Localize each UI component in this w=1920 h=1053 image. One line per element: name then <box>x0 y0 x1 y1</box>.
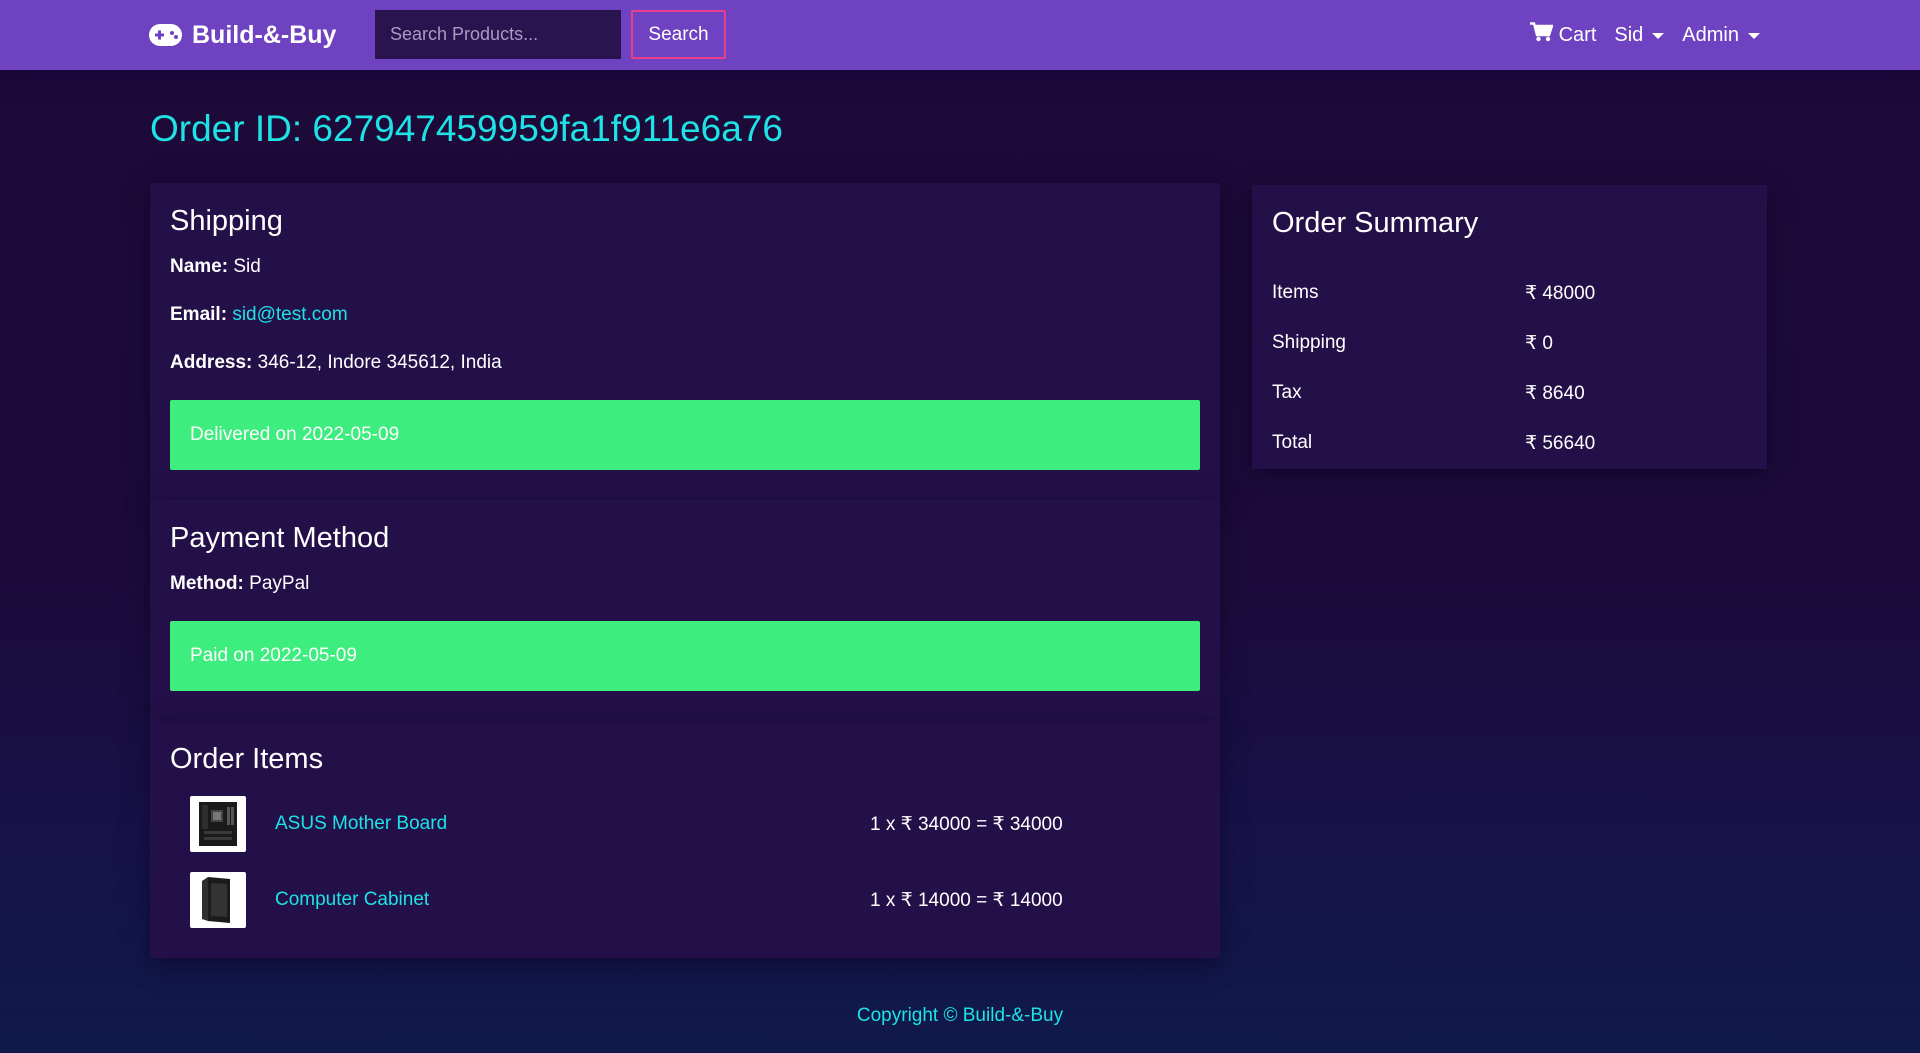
name-label: Name: <box>170 256 229 277</box>
summary-row-items: Items ₹ 48000 <box>1272 268 1747 318</box>
payment-heading: Payment Method <box>170 522 390 554</box>
order-item-calc: 1 x ₹ 34000 = ₹ 34000 <box>870 813 1063 835</box>
order-item-link[interactable]: Computer Cabinet <box>275 889 429 911</box>
computer-cabinet-image <box>190 872 246 928</box>
search-button[interactable]: Search <box>631 10 726 59</box>
delivery-status-alert: Delivered on 2022-05-09 <box>170 400 1200 470</box>
motherboard-image <box>190 796 246 852</box>
summary-label: Total <box>1272 432 1313 453</box>
summary-value: ₹ 48000 <box>1525 282 1596 304</box>
user-menu-dropdown[interactable]: Sid <box>1614 23 1665 47</box>
footer-copyright: Copyright © Build-&-Buy <box>856 1005 1064 1026</box>
brand-logo-link[interactable]: Build-&-Buy <box>149 16 336 54</box>
admin-menu-dropdown[interactable]: Admin <box>1682 24 1760 47</box>
summary-value: ₹ 8640 <box>1525 382 1585 404</box>
summary-label: Items <box>1272 282 1319 303</box>
cart-label: Cart <box>1558 23 1597 46</box>
order-item-calc: 1 x ₹ 14000 = ₹ 14000 <box>870 889 1063 911</box>
order-items-heading: Order Items <box>170 743 324 775</box>
admin-label: Admin <box>1682 23 1739 46</box>
caret-down-icon <box>1748 33 1760 39</box>
summary-label: Tax <box>1272 382 1302 403</box>
order-item-row: Computer Cabinet 1 x ₹ 14000 = ₹ 14000 <box>170 862 1200 938</box>
name-value: Sid <box>233 256 261 277</box>
search-input[interactable] <box>375 10 621 59</box>
order-id-title: Order ID: 627947459959fa1f911e6a76 <box>150 108 783 149</box>
summary-value: ₹ 56640 <box>1525 432 1596 454</box>
email-link[interactable]: sid@test.com <box>232 304 347 325</box>
payment-method: Method: PayPal <box>170 573 1200 595</box>
shipping-address: Address: 346-12, Indore 345612, India <box>170 352 1200 374</box>
email-label: Email: <box>170 304 228 325</box>
navbar: Build-&-Buy Search Cart Sid Admin <box>0 0 1920 70</box>
user-label: Sid <box>1614 23 1644 46</box>
summary-value: ₹ 0 <box>1525 332 1553 354</box>
address-value: 346-12, Indore 345612, India <box>257 352 502 373</box>
brand-name: Build-&-Buy <box>192 20 337 49</box>
shopping-cart-icon <box>1529 22 1554 48</box>
order-item-row: ASUS Mother Board 1 x ₹ 34000 = ₹ 34000 <box>170 786 1200 862</box>
gamepad-icon <box>149 24 182 46</box>
cart-link[interactable]: Cart <box>1529 22 1597 48</box>
summary-row-total: Total ₹ 56640 <box>1272 418 1747 468</box>
method-label: Method: <box>170 573 244 594</box>
order-item-link[interactable]: ASUS Mother Board <box>275 813 447 835</box>
address-label: Address: <box>170 352 253 373</box>
payment-status-alert: Paid on 2022-05-09 <box>170 621 1200 691</box>
method-value: PayPal <box>249 573 310 594</box>
order-details-column: Shipping Name: Sid Email: sid@test.com A… <box>150 183 1220 958</box>
shipping-email: Email: sid@test.com <box>170 304 1200 326</box>
summary-row-tax: Tax ₹ 8640 <box>1272 368 1747 418</box>
payment-section: Payment Method Method: PayPal Paid on 20… <box>150 500 1220 721</box>
order-summary-heading: Order Summary <box>1272 207 1479 239</box>
order-items-section: Order Items ASUS Mother Board 1 x ₹ 3400… <box>150 721 1220 958</box>
order-summary-card: Order Summary Items ₹ 48000 Shipping ₹ 0… <box>1252 185 1767 469</box>
shipping-name: Name: Sid <box>170 256 1200 278</box>
shipping-section: Shipping Name: Sid Email: sid@test.com A… <box>150 183 1220 500</box>
summary-label: Shipping <box>1272 332 1346 353</box>
shipping-heading: Shipping <box>170 205 283 237</box>
nav-right-links: Cart Sid Admin <box>1529 16 1760 54</box>
caret-down-icon <box>1652 33 1665 39</box>
summary-row-shipping: Shipping ₹ 0 <box>1272 318 1747 368</box>
